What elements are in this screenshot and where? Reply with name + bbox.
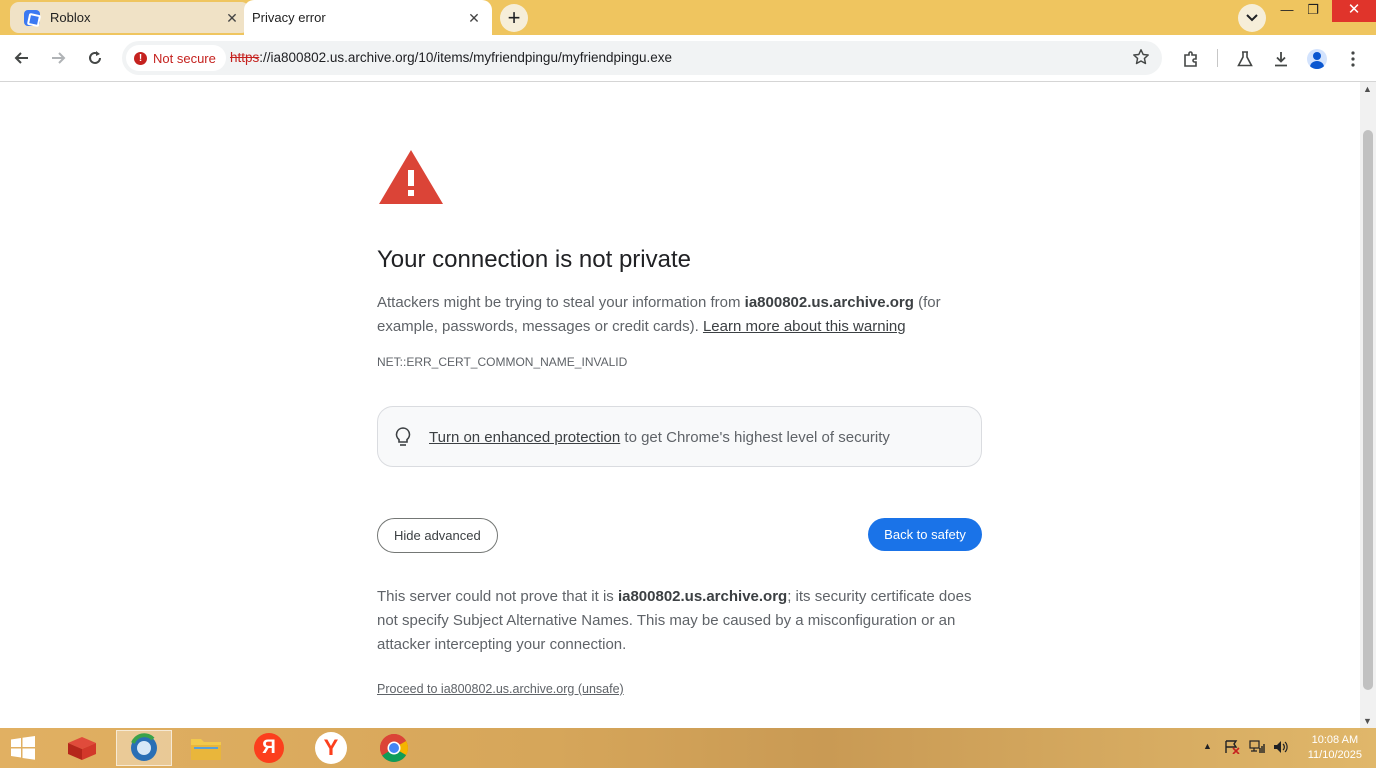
error-icon: ! <box>134 51 147 65</box>
yandex-browser-icon: Y <box>315 732 347 764</box>
network-icon[interactable] <box>1249 740 1265 757</box>
clock-date: 11/10/2025 <box>1307 749 1362 761</box>
menu-kebab-icon[interactable] <box>1341 47 1365 71</box>
proceed-unsafe-link[interactable]: Proceed to ia800802.us.archive.org (unsa… <box>377 682 624 696</box>
forward-button[interactable] <box>44 44 72 72</box>
labs-flask-icon[interactable] <box>1233 47 1257 71</box>
toolbar-divider <box>1217 49 1218 67</box>
scrollbar-thumb[interactable] <box>1363 130 1373 690</box>
flag-icon[interactable] <box>1224 740 1240 757</box>
error-code: NET::ERR_CERT_COMMON_NAME_INVALID <box>377 355 628 369</box>
address-bar[interactable]: ! Not secure https://ia800802.us.archive… <box>122 41 1162 75</box>
url-path: ://ia800802.us.archive.org/10/items/myfr… <box>259 50 673 65</box>
url-scheme: https <box>230 50 260 65</box>
clock-time: 10:08 AM <box>1311 734 1359 746</box>
folder-icon <box>191 739 221 760</box>
scroll-up-icon[interactable]: ▲ <box>1363 84 1372 94</box>
windows-logo-icon <box>11 736 35 760</box>
bookmark-star-icon[interactable] <box>1132 48 1150 71</box>
taskbar-app-box[interactable] <box>54 730 110 766</box>
tab-privacy-error[interactable]: Privacy error ✕ <box>244 0 492 35</box>
url-text[interactable]: https://ia800802.us.archive.org/10/items… <box>230 50 672 65</box>
close-window-button[interactable]: ✕ <box>1332 0 1376 22</box>
arrow-left-icon <box>14 52 28 64</box>
close-tab-icon[interactable]: ✕ <box>466 10 482 26</box>
intro-text: Attackers might be trying to steal your … <box>377 294 745 311</box>
scrollbar[interactable]: ▲ ▼ <box>1360 82 1376 728</box>
enhanced-protection-link[interactable]: Turn on enhanced protection <box>429 429 620 446</box>
taskbar-file-explorer[interactable] <box>178 730 234 766</box>
system-clock[interactable]: 10:08 AM 11/10/2025 <box>1308 733 1362 763</box>
extensions-icon[interactable] <box>1179 47 1203 71</box>
host-name: ia800802.us.archive.org <box>617 588 788 605</box>
profile-button[interactable] <box>1305 47 1329 71</box>
taskbar-app-chromium[interactable] <box>116 730 172 766</box>
tab-title: Roblox <box>50 10 91 25</box>
warning-triangle-icon <box>377 148 445 211</box>
taskbar-chrome[interactable] <box>366 730 422 766</box>
volume-icon[interactable] <box>1273 740 1289 757</box>
details-paragraph: This server could not prove that it is i… <box>377 585 982 657</box>
back-button[interactable] <box>8 44 36 72</box>
new-tab-button[interactable]: + <box>500 4 528 32</box>
security-chip-label: Not secure <box>153 50 216 66</box>
chevron-down-icon <box>1246 14 1258 22</box>
back-to-safety-button[interactable]: Back to safety <box>868 518 982 551</box>
tab-search-button[interactable] <box>1238 4 1266 32</box>
taskbar-yandex[interactable]: Я <box>241 730 297 766</box>
page-title: Your connection is not private <box>377 246 691 273</box>
red-box-app-icon <box>68 737 96 760</box>
close-tab-icon[interactable]: ✕ <box>224 10 240 26</box>
lightbulb-icon <box>394 426 412 453</box>
intro-paragraph: Attackers might be trying to steal your … <box>377 291 982 339</box>
tab-title: Privacy error <box>252 10 326 25</box>
arrow-right-icon <box>52 52 66 64</box>
scroll-down-icon[interactable]: ▼ <box>1363 716 1372 726</box>
chrome-icon <box>380 734 408 762</box>
learn-more-link[interactable]: Learn more about this warning <box>703 318 906 335</box>
yandex-icon: Я <box>254 733 284 763</box>
restore-button[interactable]: ❐ <box>1298 0 1328 22</box>
security-chip[interactable]: ! Not secure <box>126 45 226 71</box>
title-bar: Roblox ✕ Privacy error ✕ + — ❐ ✕ <box>0 0 1376 35</box>
host-name: ia800802.us.archive.org <box>744 294 914 311</box>
download-icon[interactable] <box>1269 47 1293 71</box>
start-button[interactable] <box>0 730 46 766</box>
taskbar-yandex-browser[interactable]: Y <box>303 730 359 766</box>
tray-expand-icon[interactable]: ▲ <box>1203 741 1212 751</box>
browser-toolbar: ! Not secure https://ia800802.us.archive… <box>0 35 1376 82</box>
avatar-icon <box>1307 49 1327 69</box>
globe-app-icon <box>131 733 157 761</box>
tab-roblox[interactable]: Roblox ✕ <box>10 2 250 33</box>
enhanced-protection-box: Turn on enhanced protection to get Chrom… <box>377 406 982 467</box>
enhanced-protection-text: Turn on enhanced protection to get Chrom… <box>429 429 890 446</box>
enhanced-protection-rest: to get Chrome's highest level of securit… <box>620 429 890 446</box>
reload-icon <box>89 51 101 64</box>
hide-advanced-button[interactable]: Hide advanced <box>377 518 498 553</box>
details-text: This server could not prove that it is <box>377 588 618 605</box>
roblox-favicon-icon <box>24 9 40 26</box>
reload-button[interactable] <box>81 44 109 72</box>
taskbar: Я Y ▲ 10:08 AM 11/10/2025 <box>0 728 1376 768</box>
